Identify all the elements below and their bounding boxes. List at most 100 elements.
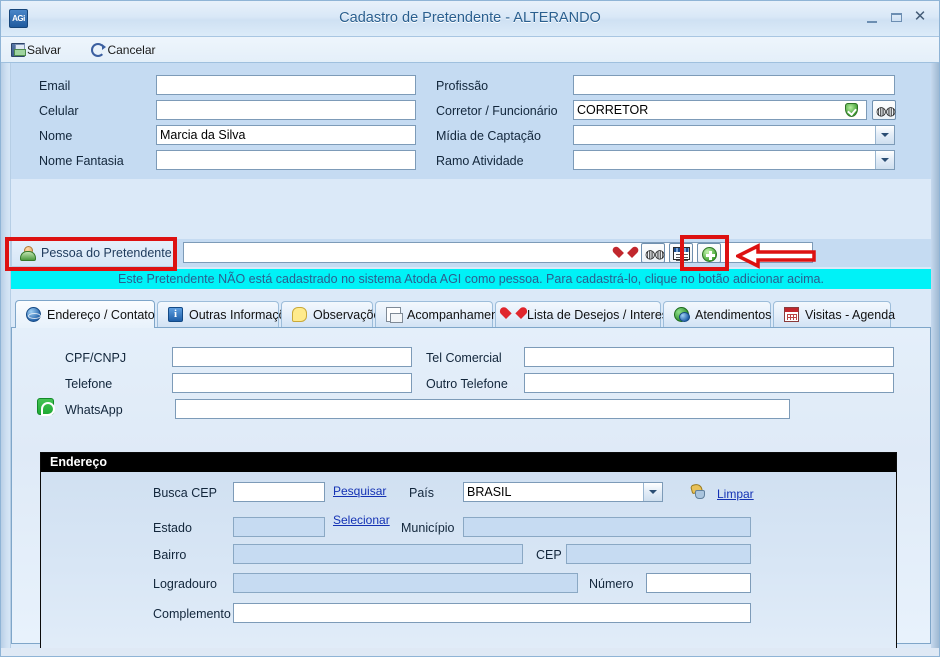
whatsapp-field[interactable] [175,399,790,419]
label-tel-comercial: Tel Comercial [426,351,502,365]
corretor-search-button[interactable]: ◍◍ [872,100,896,120]
tab-endereco-contato[interactable]: Endereço / Contato [15,300,155,328]
cancel-button[interactable]: Cancelar [77,37,167,63]
whatsapp-icon [37,398,55,416]
toolbar: Salvar Cancelar [1,37,939,63]
chevron-down-icon[interactable] [875,151,894,169]
email-field[interactable] [156,75,416,95]
minimize-button[interactable] [861,9,883,27]
pesquisar-link[interactable]: Pesquisar [333,482,386,500]
logradouro-field[interactable] [233,573,578,593]
bairro-field[interactable] [233,544,523,564]
label-nome: Nome [39,129,73,143]
label-midia: Mídia de Captação [436,129,541,143]
heart-icon [619,247,632,259]
minimize-icon [867,21,877,24]
save-icon [11,43,26,57]
pais-select[interactable]: BRASIL [463,482,663,502]
info-icon: i [168,307,183,322]
label-cpf-cnpj: CPF/CNPJ [65,351,127,365]
tab-atendimentos[interactable]: Atendimentos [663,301,771,327]
binoculars-icon: ◍◍ [876,104,896,118]
cep-field[interactable] [566,544,751,564]
label-outro-telefone: Outro Telefone [426,377,508,391]
tab-label: Acompanhamento [407,307,509,322]
busca-cep-field[interactable] [233,482,325,502]
label-email: Email [39,79,71,93]
telefone-field[interactable] [172,373,412,393]
tab-visitas-agenda[interactable]: Visitas - Agenda [773,301,895,327]
maximize-icon [890,12,902,22]
tab-panel-endereco-contato: CPF/CNPJ Telefone WhatsApp Tel Comercial… [11,327,931,656]
label-whatsapp: WhatsApp [65,403,123,417]
chevron-down-icon[interactable] [643,483,662,501]
tab-acompanhamento[interactable]: Acompanhamento [375,301,508,327]
endereco-group-title: Endereço [41,453,896,472]
endereco-group: Endereço Busca CEP Pesquisar País BRASIL… [40,452,897,656]
save-button-label: Salvar [27,43,62,57]
close-icon: ✕ [913,8,927,25]
cpf-cnpj-field[interactable] [172,347,412,367]
top-fields-panel: Email Celular Nome Marcia da Silva Nome … [11,63,931,179]
tab-observacoes[interactable]: Observações [281,301,387,327]
pessoa-pretendente-label: Pessoa do Pretendente [41,246,172,260]
document-icon [386,307,403,323]
right-gutter [931,63,939,656]
id-card-icon [673,247,690,260]
window-body: Email Celular Nome Marcia da Silva Nome … [1,63,939,656]
tab-label: Atendimentos [695,307,772,322]
label-profissao: Profissão [436,79,489,93]
maximize-button[interactable] [885,9,907,27]
complemento-field[interactable] [233,603,751,623]
pessoa-search-button[interactable]: ◍◍ [641,243,665,263]
tab-outras-informacoes[interactable]: i Outras Informações [157,301,299,327]
tel-comercial-field[interactable] [524,347,894,367]
midia-captacao-select[interactable] [573,125,895,145]
binoculars-icon: ◍◍ [645,247,665,261]
label-complemento: Complemento [153,607,231,621]
label-cep: CEP [536,548,562,562]
outro-telefone-field[interactable] [524,373,894,393]
tab-lista-desejos[interactable]: Lista de Desejos / Interesses [495,301,688,327]
status-message: Este Pretendente NÃO está cadastrado no … [11,269,931,289]
status-bar [1,648,939,656]
label-corretor: Corretor / Funcionário [436,104,558,118]
tab-label: Visitas - Agenda [805,307,896,322]
calendar-icon [784,307,799,322]
municipio-field[interactable] [463,517,751,537]
title-bar: AGi Cadastro de Pretendente - ALTERANDO … [1,1,939,37]
label-numero: Número [589,577,634,591]
label-estado: Estado [153,521,192,535]
globe-icon [26,307,41,322]
clear-icon[interactable] [689,483,705,499]
left-gutter [1,63,11,656]
label-logradouro: Logradouro [153,577,217,591]
add-circle-icon [702,247,717,262]
label-nome-fantasia: Nome Fantasia [39,154,124,168]
chat-icon [674,307,690,322]
label-pais: País [409,486,435,500]
selecionar-link[interactable]: Selecionar [333,511,390,529]
annotation-arrow [736,243,816,269]
profissao-field[interactable] [573,75,895,95]
nome-fantasia-field[interactable] [156,150,416,170]
limpar-link[interactable]: Limpar [717,485,754,503]
estado-field[interactable] [233,517,325,537]
corretor-field[interactable]: CORRETOR [573,100,867,120]
close-button[interactable]: ✕ [909,9,931,27]
save-button[interactable]: Salvar [11,37,73,63]
heart-icon [506,307,521,322]
pessoa-detail-button[interactable] [669,243,693,263]
celular-field[interactable] [156,100,416,120]
nome-field[interactable]: Marcia da Silva [156,125,416,145]
numero-field[interactable] [646,573,751,593]
label-telefone: Telefone [65,377,113,391]
pessoa-pretendente-label-box[interactable]: Pessoa do Pretendente [11,239,176,267]
label-celular: Celular [39,104,79,118]
chevron-down-icon[interactable] [875,126,894,144]
refresh-icon [91,43,107,57]
application-window: AGi Cadastro de Pretendente - ALTERANDO … [0,0,940,657]
pais-value: BRASIL [467,485,512,499]
pessoa-add-button[interactable] [697,243,721,263]
ramo-atividade-select[interactable] [573,150,895,170]
